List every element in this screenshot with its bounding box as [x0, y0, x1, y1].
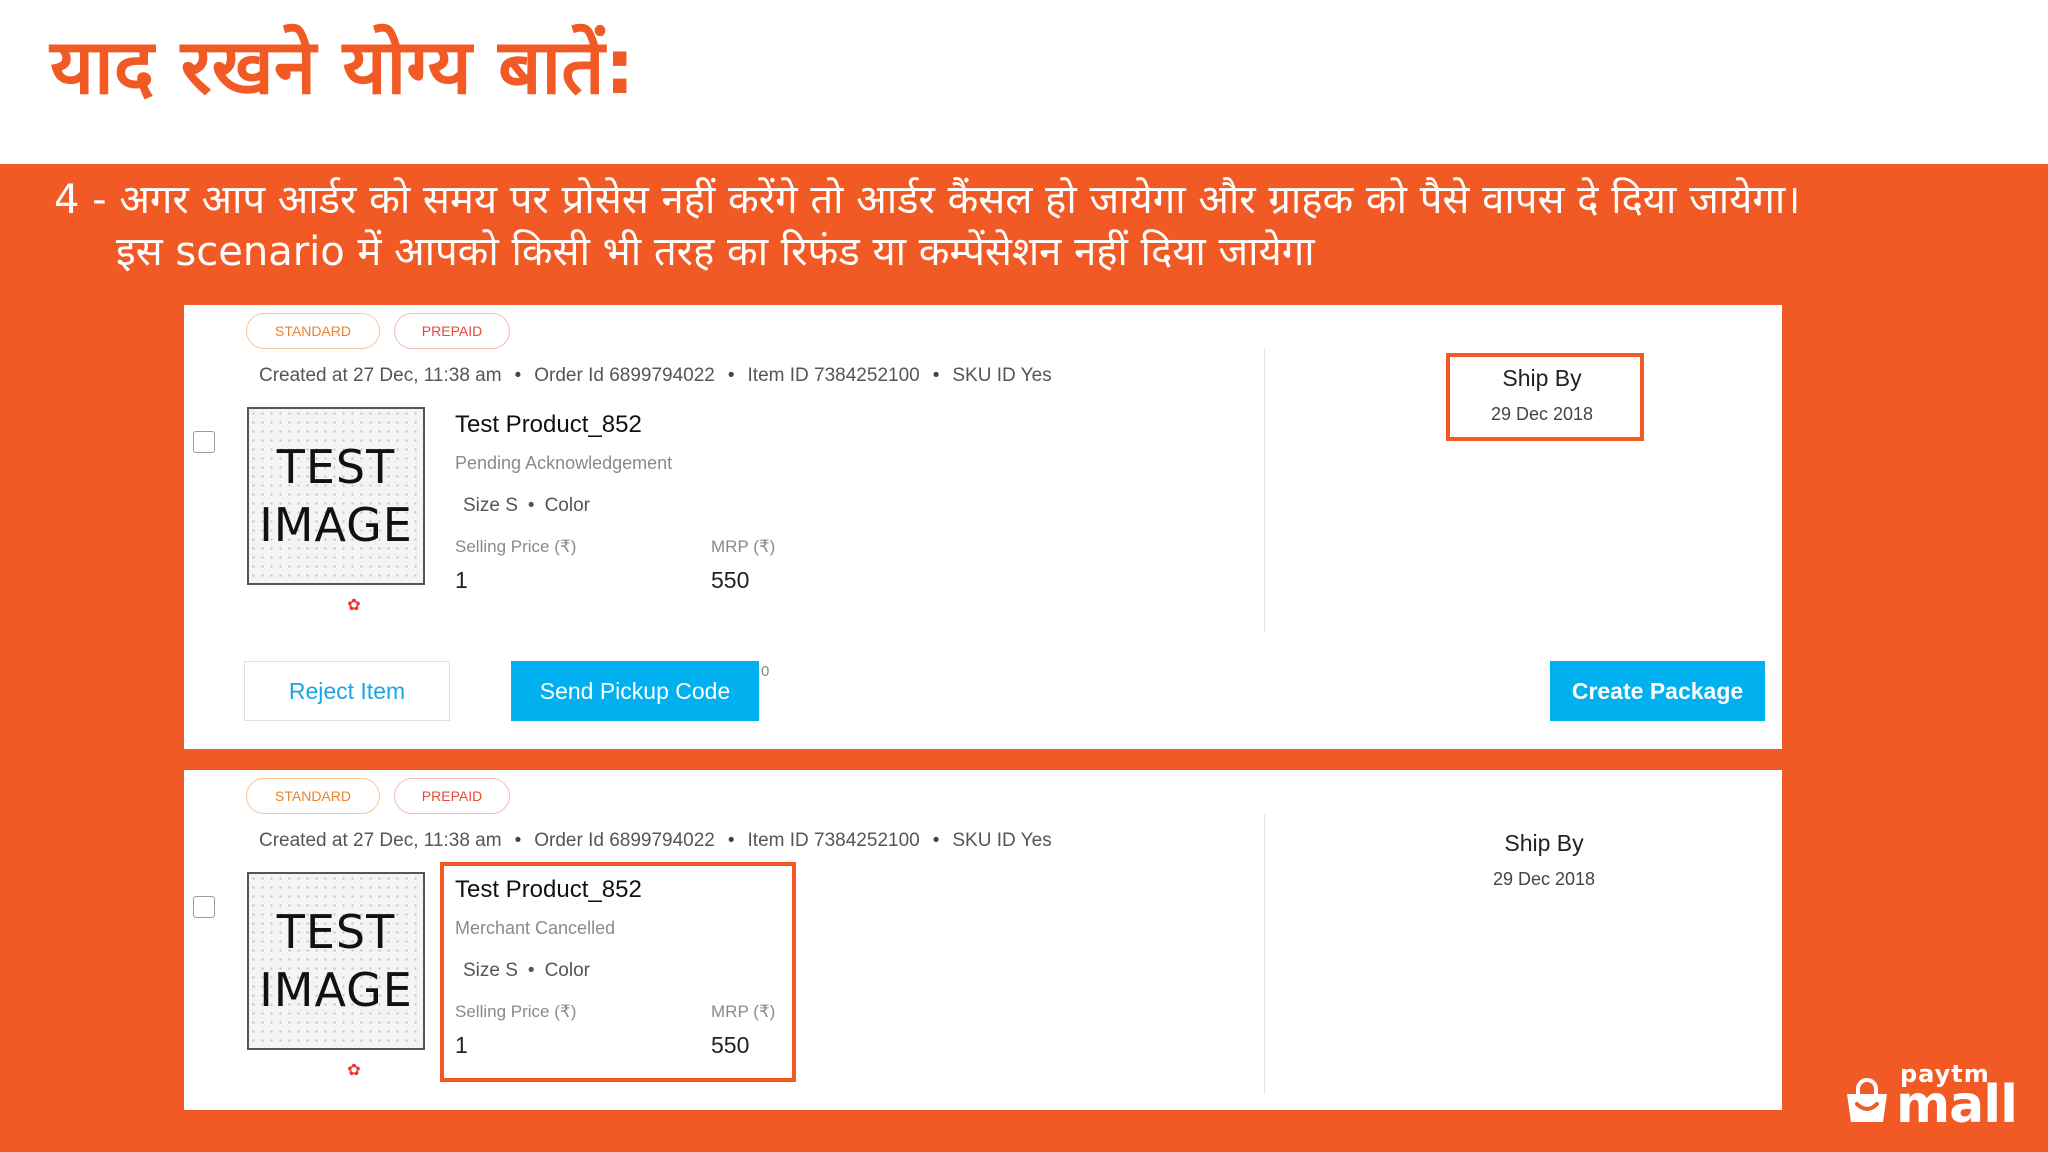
- product-color: Color: [544, 495, 590, 516]
- paytm-mall-logo: paytm mall: [1844, 1060, 2024, 1135]
- item-id: Item ID 7384252100: [747, 830, 920, 851]
- create-package-button[interactable]: Create Package: [1550, 661, 1765, 721]
- pickup-code-count: 0: [761, 663, 770, 680]
- column-divider: [1264, 349, 1265, 633]
- order-card-cancelled: STANDARD PREPAID Created at 27 Dec, 11:3…: [184, 770, 1782, 1110]
- ship-by-highlight: [1446, 353, 1644, 441]
- product-status-highlight: [440, 862, 796, 1082]
- column-divider: [1264, 814, 1265, 1094]
- shopping-bag-icon: [1847, 1078, 1887, 1122]
- product-image-text: TEST: [276, 440, 396, 494]
- sku-id: SKU ID Yes: [952, 830, 1052, 851]
- order-id: Order Id 6899794022: [534, 830, 715, 851]
- mrp-value: 550: [711, 567, 750, 593]
- pin-icon: ✿: [347, 595, 361, 614]
- slide-title: याद रखने योग्य बातें:: [50, 22, 635, 111]
- send-pickup-code-button[interactable]: Send Pickup Code: [511, 661, 759, 721]
- separator-dot: •: [932, 830, 940, 851]
- created-at: Created at 27 Dec, 11:38 am: [259, 830, 502, 851]
- separator-dot: •: [527, 495, 535, 516]
- order-meta: Created at 27 Dec, 11:38 am • Order Id 689…: [259, 365, 1052, 387]
- created-at: Created at 27 Dec, 11:38 am: [259, 365, 502, 386]
- logo-mall-text: mall: [1896, 1075, 2018, 1135]
- selling-price-label: Selling Price (₹): [455, 537, 577, 556]
- product-size: Size S: [463, 495, 518, 516]
- order-id: Order Id 6899794022: [534, 365, 715, 386]
- ship-by-date: 29 Dec 2018: [1492, 869, 1596, 889]
- pin-icon: ✿: [347, 1060, 361, 1079]
- intro-line-1: 4 - अगर आप आर्डर को समय पर प्रोसेस नहीं …: [54, 177, 1801, 223]
- ship-by-label: Ship By: [1504, 830, 1584, 856]
- separator-dot: •: [932, 365, 940, 386]
- product-image-text: IMAGE: [259, 498, 413, 552]
- order-meta: Created at 27 Dec, 11:38 am • Order Id 689…: [259, 830, 1052, 852]
- product-image: TEST IMAGE: [247, 872, 425, 1050]
- product-image: TEST IMAGE: [247, 407, 425, 585]
- order-card-pending: STANDARD PREPAID Created at 27 Dec, 11:3…: [184, 305, 1782, 749]
- separator-dot: •: [514, 830, 522, 851]
- product-image-text: TEST: [276, 905, 396, 959]
- standard-tag: STANDARD: [246, 313, 380, 349]
- product-image-text: IMAGE: [259, 963, 413, 1017]
- select-order-checkbox[interactable]: [193, 896, 215, 918]
- selling-price-value: 1: [455, 567, 468, 593]
- mrp-label: MRP (₹): [711, 537, 776, 556]
- product-name[interactable]: Test Product_852: [455, 411, 642, 439]
- separator-dot: •: [514, 365, 522, 386]
- reject-item-button[interactable]: Reject Item: [244, 661, 450, 721]
- sku-id: SKU ID Yes: [952, 365, 1052, 386]
- prepaid-tag: PREPAID: [394, 778, 510, 814]
- item-id: Item ID 7384252100: [747, 365, 920, 386]
- intro-text: 4 - अगर आप आर्डर को समय पर प्रोसेस नहीं …: [54, 174, 2014, 278]
- select-order-checkbox[interactable]: [193, 431, 215, 453]
- standard-tag: STANDARD: [246, 778, 380, 814]
- ship-by-block: Ship By 29 Dec 2018: [1424, 830, 1664, 890]
- separator-dot: •: [727, 365, 735, 386]
- prepaid-tag: PREPAID: [394, 313, 510, 349]
- order-status: Pending Acknowledgement: [455, 453, 673, 473]
- separator-dot: •: [727, 830, 735, 851]
- intro-line-2: इस scenario में आपको किसी भी तरह का रिफं…: [116, 229, 1315, 275]
- product-attributes: Size S • Color: [463, 495, 590, 517]
